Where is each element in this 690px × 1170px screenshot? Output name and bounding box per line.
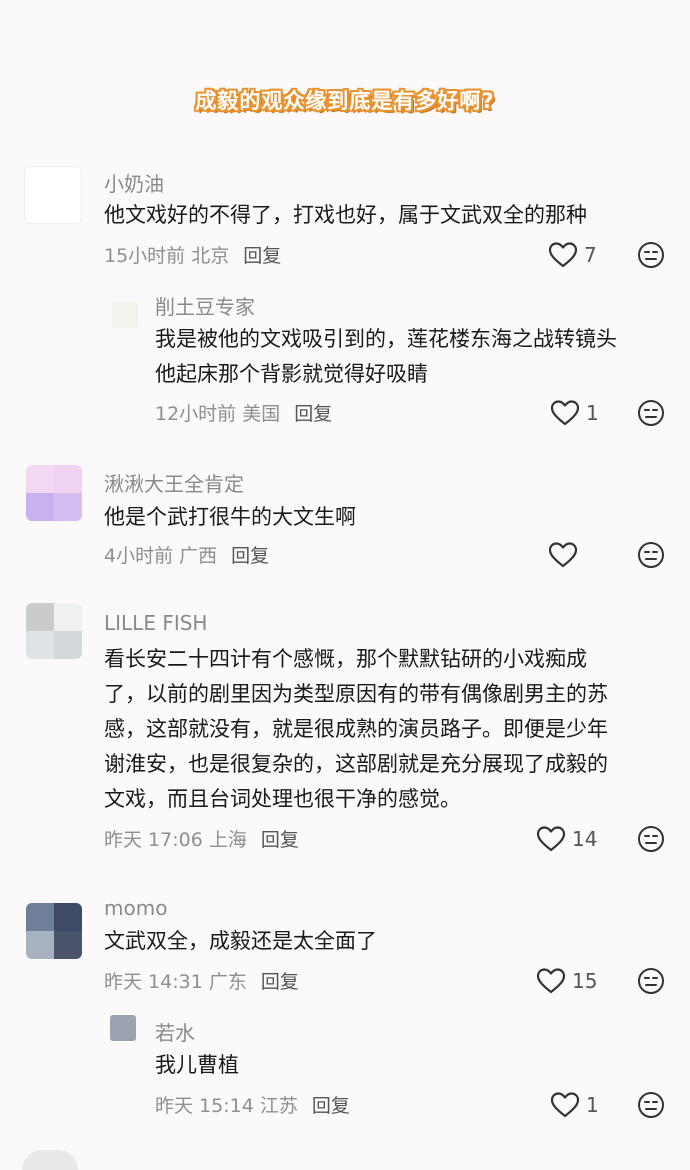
comment-username[interactable]: LILLE FISH xyxy=(104,611,207,635)
heart-outline-icon xyxy=(548,242,578,268)
dislike-button[interactable] xyxy=(637,967,665,995)
comment-time-location: 12小时前 美国 xyxy=(155,403,281,425)
like-count: 7 xyxy=(584,243,597,267)
avatar[interactable] xyxy=(110,1015,136,1041)
reply-button[interactable]: 回复 xyxy=(231,545,269,567)
heart-outline-icon xyxy=(550,1092,580,1118)
comment-text-line: 他起床那个背影就觉得好吸睛 xyxy=(155,362,428,386)
comment-text-line: 他文戏好的不得了，打戏也好，属于文武双全的那种 xyxy=(104,203,587,227)
comment-text-line: 看长安二十四计有个感慨，那个默默钻研的小戏痴成 xyxy=(104,647,587,671)
comment-username[interactable]: 削土豆专家 xyxy=(155,291,255,320)
dislike-button[interactable] xyxy=(637,825,665,853)
comment-meta: 15小时前 北京 回复 xyxy=(104,241,281,268)
heart-outline-icon xyxy=(536,968,566,994)
next-avatar-peek xyxy=(22,1150,78,1170)
like-button[interactable]: 15 xyxy=(536,966,597,996)
avatar[interactable] xyxy=(24,166,82,224)
comment-time-location: 昨天 17:06 上海 xyxy=(104,829,247,851)
like-button[interactable] xyxy=(548,540,584,570)
dislike-button[interactable] xyxy=(637,1091,665,1119)
comment-text-line: 谢淮安，也是很复杂的，这部剧就是充分展现了成毅的 xyxy=(104,752,608,776)
comment-text-line: 他是个武打很牛的大文生啊 xyxy=(104,505,356,529)
comment-meta: 4小时前 广西 回复 xyxy=(104,541,269,568)
post-title: 成毅的观众缘到底是有多好啊? xyxy=(195,89,495,113)
comment-text-line: 我是被他的文戏吸引到的，莲花楼东海之战转镜头 xyxy=(155,327,617,351)
meh-face-icon xyxy=(638,968,664,994)
dislike-button[interactable] xyxy=(637,541,665,569)
comment-meta: 昨天 17:06 上海 回复 xyxy=(104,825,299,852)
meh-face-icon xyxy=(638,542,664,568)
comment-username[interactable]: 湫湫大王全肯定 xyxy=(104,468,244,497)
meh-face-icon xyxy=(638,826,664,852)
comment-meta: 昨天 14:31 广东 回复 xyxy=(104,967,299,994)
dislike-button[interactable] xyxy=(637,241,665,269)
reply-button[interactable]: 回复 xyxy=(261,829,299,851)
comment-time-location: 15小时前 北京 xyxy=(104,245,230,267)
dislike-button[interactable] xyxy=(637,399,665,427)
comment-text-line: 感，这部就没有，就是很成熟的演员路子。即便是少年 xyxy=(104,717,608,741)
avatar[interactable] xyxy=(26,903,82,959)
heart-outline-icon xyxy=(536,826,566,852)
meh-face-icon xyxy=(638,400,664,426)
like-count: 1 xyxy=(586,1093,599,1117)
like-button[interactable]: 1 xyxy=(550,398,599,428)
comment-time-location: 昨天 14:31 广东 xyxy=(104,971,247,993)
comment-meta: 昨天 15:14 江苏 回复 xyxy=(155,1091,350,1118)
like-button[interactable]: 1 xyxy=(550,1090,599,1120)
reply-button[interactable]: 回复 xyxy=(243,245,281,267)
like-count: 1 xyxy=(586,401,599,425)
reply-button[interactable]: 回复 xyxy=(312,1095,350,1117)
meh-face-icon xyxy=(638,242,664,268)
avatar[interactable] xyxy=(26,465,82,521)
like-count: 14 xyxy=(572,827,598,851)
comment-time-location: 昨天 15:14 江苏 xyxy=(155,1095,298,1117)
comment-text-line: 了，以前的剧里因为类型原因有的带有偶像剧男主的苏 xyxy=(104,682,608,706)
avatar[interactable] xyxy=(26,603,82,659)
reply-button[interactable]: 回复 xyxy=(294,403,332,425)
like-button[interactable]: 14 xyxy=(536,824,597,854)
heart-outline-icon xyxy=(550,400,580,426)
comment-text-line: 文戏，而且台词处理也很干净的感觉。 xyxy=(104,787,461,811)
comment-text-line: 文武双全，成毅还是太全面了 xyxy=(104,929,377,953)
comment-text-line: 我儿曹植 xyxy=(155,1053,239,1077)
comment-meta: 12小时前 美国 回复 xyxy=(155,399,332,426)
avatar[interactable] xyxy=(112,302,138,328)
comment-username[interactable]: 若水 xyxy=(155,1017,195,1046)
comment-time-location: 4小时前 广西 xyxy=(104,545,218,567)
like-button[interactable]: 7 xyxy=(548,240,597,270)
comment-username[interactable]: 小奶油 xyxy=(104,168,164,197)
reply-button[interactable]: 回复 xyxy=(261,971,299,993)
comment-username[interactable]: momo xyxy=(104,896,167,920)
meh-face-icon xyxy=(638,1092,664,1118)
like-count: 15 xyxy=(572,969,598,993)
heart-outline-icon xyxy=(548,542,578,568)
